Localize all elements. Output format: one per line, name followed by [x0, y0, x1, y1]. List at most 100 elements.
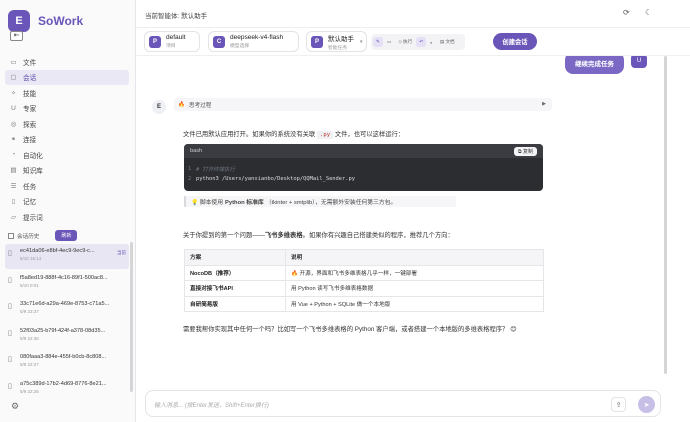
collapse-sidebar-icon[interactable]: ⇤ — [10, 31, 23, 41]
thinking-process-toggle[interactable]: 🔥 思考过程 ▶ — [174, 98, 552, 111]
session-item[interactable]: ▯ 33c71e6d-a29a-469e-8753-c71a5... 5/9 23:… — [5, 297, 129, 322]
copy-button[interactable]: ⧉ 复制 — [514, 146, 537, 156]
sidebar-item-experts[interactable]: U 专家 — [5, 101, 129, 117]
assistant-paragraph: 关于你提到的第一个问题——飞书多维表格。如果你有兴趣自己搭建类似的程序，推荐几个… — [183, 230, 454, 239]
sidebar-item-label: 知识库 — [23, 168, 43, 176]
sidebar-item-connect[interactable]: ⚭ 连接 — [5, 132, 129, 148]
edit-tool-button[interactable]: ✎ — [373, 37, 383, 47]
theme-moon-icon[interactable]: ☾ — [645, 8, 652, 17]
sidebar-item-label: 记忆 — [23, 199, 37, 207]
sidebar-item-explore[interactable]: ◎ 探索 — [5, 116, 129, 132]
sidebar-item-label: 专家 — [23, 106, 37, 114]
paragraph-text: 文件，也可以这样运行： — [333, 131, 405, 138]
document-tool-button[interactable]: ▤ 文档 — [437, 37, 458, 47]
table-row: 自研简易版用 Vue + Python + SQLite 做一个本地版 — [184, 295, 544, 312]
project-selector[interactable]: P default 项目 — [144, 31, 200, 52]
history-checkbox[interactable] — [8, 232, 14, 239]
code-block: bash ⧉ 复制 1 # 打开终端执行 2 python3 /Users/yanx… — [184, 144, 543, 191]
settings-gear-icon[interactable]: ⚙ — [11, 401, 19, 412]
new-chat-button[interactable]: 创建会话 — [493, 33, 537, 50]
model-label: 模型选择 — [230, 44, 250, 49]
message-input[interactable]: 输入消息... (按Enter发送，Shift+Enter换行) — [154, 400, 269, 409]
app-logo: E — [8, 10, 30, 32]
sidebar-item-tasks[interactable]: ☰ 任务 — [5, 178, 129, 194]
session-id: f5a8ed19-888f-4c16-89f1-500ac8... — [20, 274, 108, 281]
sidebar: E SoWork ⇤ ▭ 文件 ▢ 会话 ✧ 技能 U 专家 ◎ 探索 ⚭ 连接 ◔ 自动化 … — [0, 0, 136, 422]
panel-tool-button[interactable]: ▭ — [384, 37, 394, 47]
sidebar-item-label: 技能 — [23, 90, 37, 98]
table-cell: 🔥 开源，界面和飞书多维表格几乎一样，一键部署 — [285, 264, 544, 281]
session-date: 5/9 22:36 — [20, 335, 39, 341]
recommendation-table: 方案 说明 NocoDB（推荐） 🔥 开源，界面和飞书多维表格几乎一样，一键部署 直… — [184, 249, 544, 312]
tip-text: （tkinter + smtplib），无需额外安装任何第三方包。 — [265, 200, 397, 206]
user-icon: U — [11, 104, 16, 112]
chat-scrollbar[interactable] — [664, 56, 667, 374]
sidebar-item-memory[interactable]: ▯ 记忆 — [5, 194, 129, 210]
thinking-label: 思考过程 — [188, 102, 212, 109]
send-icon[interactable]: ➤ — [638, 396, 655, 413]
code-line: 1 # 打开终端执行 — [184, 164, 543, 174]
inline-code: .py — [316, 131, 334, 139]
session-date: 5/9 22:26 — [20, 388, 39, 394]
sidebar-item-label: 自动化 — [23, 152, 43, 160]
file-icon: ▯ — [8, 303, 12, 310]
session-id: 52f03a25-b79f-424f-a378-08d35... — [20, 327, 106, 334]
session-item[interactable]: ▯ f5a8ed19-888f-4c16-89f1-500ac8... 5/10 0… — [5, 271, 129, 296]
session-item[interactable]: ▯ a75c389d-17b2-4d69-8776-8e21... 5/9 22:2… — [5, 377, 129, 402]
chat-icon: ▢ — [10, 74, 17, 82]
upload-icon[interactable]: ⇪ — [611, 397, 626, 412]
session-list: ▯ ec41da06-e8bf-4ec9-9ec9-c... 5/10 16:14 当… — [5, 244, 129, 403]
session-id: a75c389d-17b2-4d69-8776-8e21... — [20, 380, 107, 387]
table-row: NocoDB（推荐） 🔥 开源，界面和飞书多维表格几乎一样，一键部署 — [184, 264, 544, 281]
history-label: 会话历史 — [17, 233, 40, 240]
file-icon: ▯ — [8, 356, 12, 363]
user-message: 继续完成任务 — [565, 56, 624, 74]
user-avatar: U — [631, 56, 647, 68]
sidebar-item-files[interactable]: ▭ 文件 — [5, 54, 129, 70]
session-item[interactable]: ▯ 52f03a25-b79f-424f-a378-08d35... 5/9 22:… — [5, 324, 129, 349]
folder-icon: ▭ — [10, 58, 17, 66]
chat-area: 继续完成任务 U E 🔥 思考过程 ▶ 文件已用默认应用打开。如果你的系统没有关… — [136, 56, 690, 382]
copy-label: 复制 — [522, 148, 533, 155]
execute-tool-button[interactable]: ◇ 执行 — [395, 37, 415, 47]
paragraph-text: 。如果你有兴趣自己搭建类似的程序，推荐几个方向： — [302, 232, 454, 239]
assistant-avatar: E — [152, 100, 166, 114]
file-icon: ▯ — [8, 250, 12, 257]
sidebar-item-label: 任务 — [23, 183, 37, 191]
assistant-paragraph: 文件已用默认应用打开。如果你的系统没有关联 .py 文件，也可以这样运行： — [183, 129, 405, 139]
table-cell: 直接对接飞书API — [184, 280, 286, 297]
tool-toggle-group: ✎ ▭ ◇ 执行 ↶ ◐ ▤ 文档 — [371, 34, 465, 50]
contrast-tool-button[interactable]: ◐ — [427, 38, 436, 47]
toolbar: P default 项目 C deepseek-v4-flash 模型选择 P 默认… — [136, 28, 690, 56]
sidebar-item-prompts[interactable]: ▱ 提示词 — [5, 209, 129, 225]
refresh-icon[interactable]: ⟳ — [623, 8, 630, 17]
automation-icon: ◔ — [11, 151, 16, 159]
undo-tool-button[interactable]: ↶ — [416, 37, 427, 47]
model-selector[interactable]: C deepseek-v4-flash 模型选择 — [208, 31, 299, 52]
column-header: 方案 — [184, 249, 286, 266]
message-input-box[interactable]: 输入消息... (按Enter发送，Shift+Enter换行) ⇪ ➤ — [145, 390, 661, 417]
task-icon: ☰ — [10, 182, 17, 190]
line-number: 2 — [188, 176, 192, 182]
session-id: 080faaa3-884e-455f-b0cb-8c808... — [20, 354, 107, 360]
table-cell: NocoDB（推荐） — [184, 264, 286, 281]
assistant-selector[interactable]: P 默认助手 智能任务 ▾ — [306, 31, 367, 52]
refresh-history-button[interactable]: 刷新 — [55, 230, 78, 241]
session-item[interactable]: ▯ ec41da06-e8bf-4ec9-9ec9-c... 5/10 16:14 当… — [5, 244, 129, 269]
table-header-row: 方案 说明 — [184, 249, 544, 266]
lightbulb-icon: 🔥 — [178, 101, 185, 108]
current-badge: 当前 — [117, 250, 126, 255]
sidebar-item-knowledge[interactable]: ▤ 知识库 — [5, 163, 129, 179]
session-id: 33c71e6d-a29a-469e-8753-c71a5... — [20, 301, 110, 307]
chevron-down-icon: ▾ — [360, 38, 363, 45]
sidebar-item-chat[interactable]: ▢ 会话 — [5, 69, 129, 85]
project-value: default — [166, 34, 186, 41]
sidebar-scrollbar[interactable] — [130, 242, 133, 392]
sidebar-item-skills[interactable]: ✧ 技能 — [5, 85, 129, 101]
sidebar-item-automation[interactable]: ◔ 自动化 — [5, 147, 129, 163]
current-agent-title: 当前智能体: 默认助手 — [145, 13, 208, 20]
session-item[interactable]: ▯ 080faaa3-884e-455f-b0cb-8c808... 5/9 22:… — [5, 350, 129, 375]
history-header: 会话历史 刷新 — [8, 230, 78, 241]
project-label: 项目 — [166, 44, 176, 49]
model-badge: C — [213, 35, 225, 48]
